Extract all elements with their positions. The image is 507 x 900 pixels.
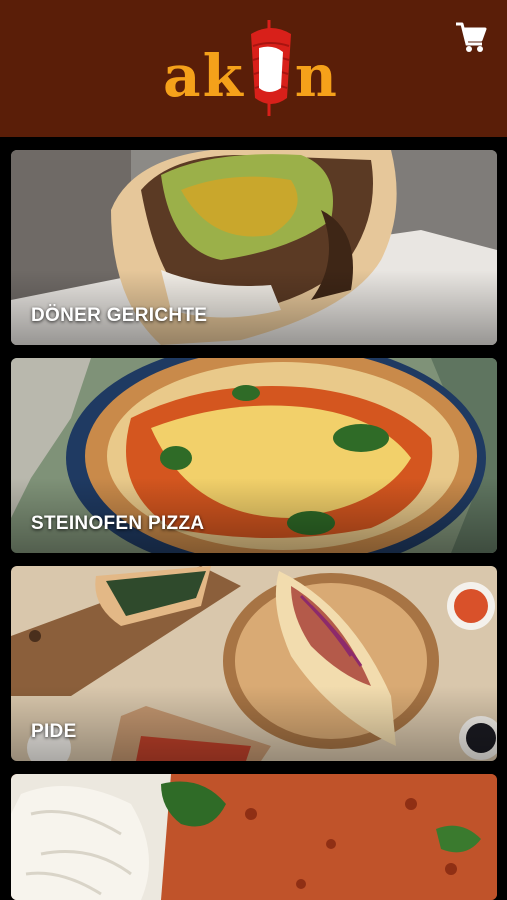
logo-text-ak: ak [163, 42, 245, 110]
app-header: ak n [0, 0, 507, 137]
shopping-cart-icon[interactable] [454, 20, 488, 54]
doner-skewer-icon [251, 20, 291, 116]
category-card-pide[interactable]: PIDE [11, 566, 497, 761]
akin-logo: ak n [146, 18, 356, 118]
category-label: DÖNER GERICHTE [31, 305, 208, 326]
category-label: PIDE [31, 721, 77, 742]
category-list: DÖNER GERICHTE STEINOFEN PIZZA PIDE [0, 137, 507, 900]
category-label: STEINOFEN PIZZA [31, 513, 205, 534]
lahmacun-image [11, 774, 497, 900]
pide-image [11, 566, 497, 761]
category-card-pizza[interactable]: STEINOFEN PIZZA [11, 358, 497, 553]
category-card-doner[interactable]: DÖNER GERICHTE [11, 150, 497, 345]
category-card-lahmacun[interactable] [11, 774, 497, 900]
